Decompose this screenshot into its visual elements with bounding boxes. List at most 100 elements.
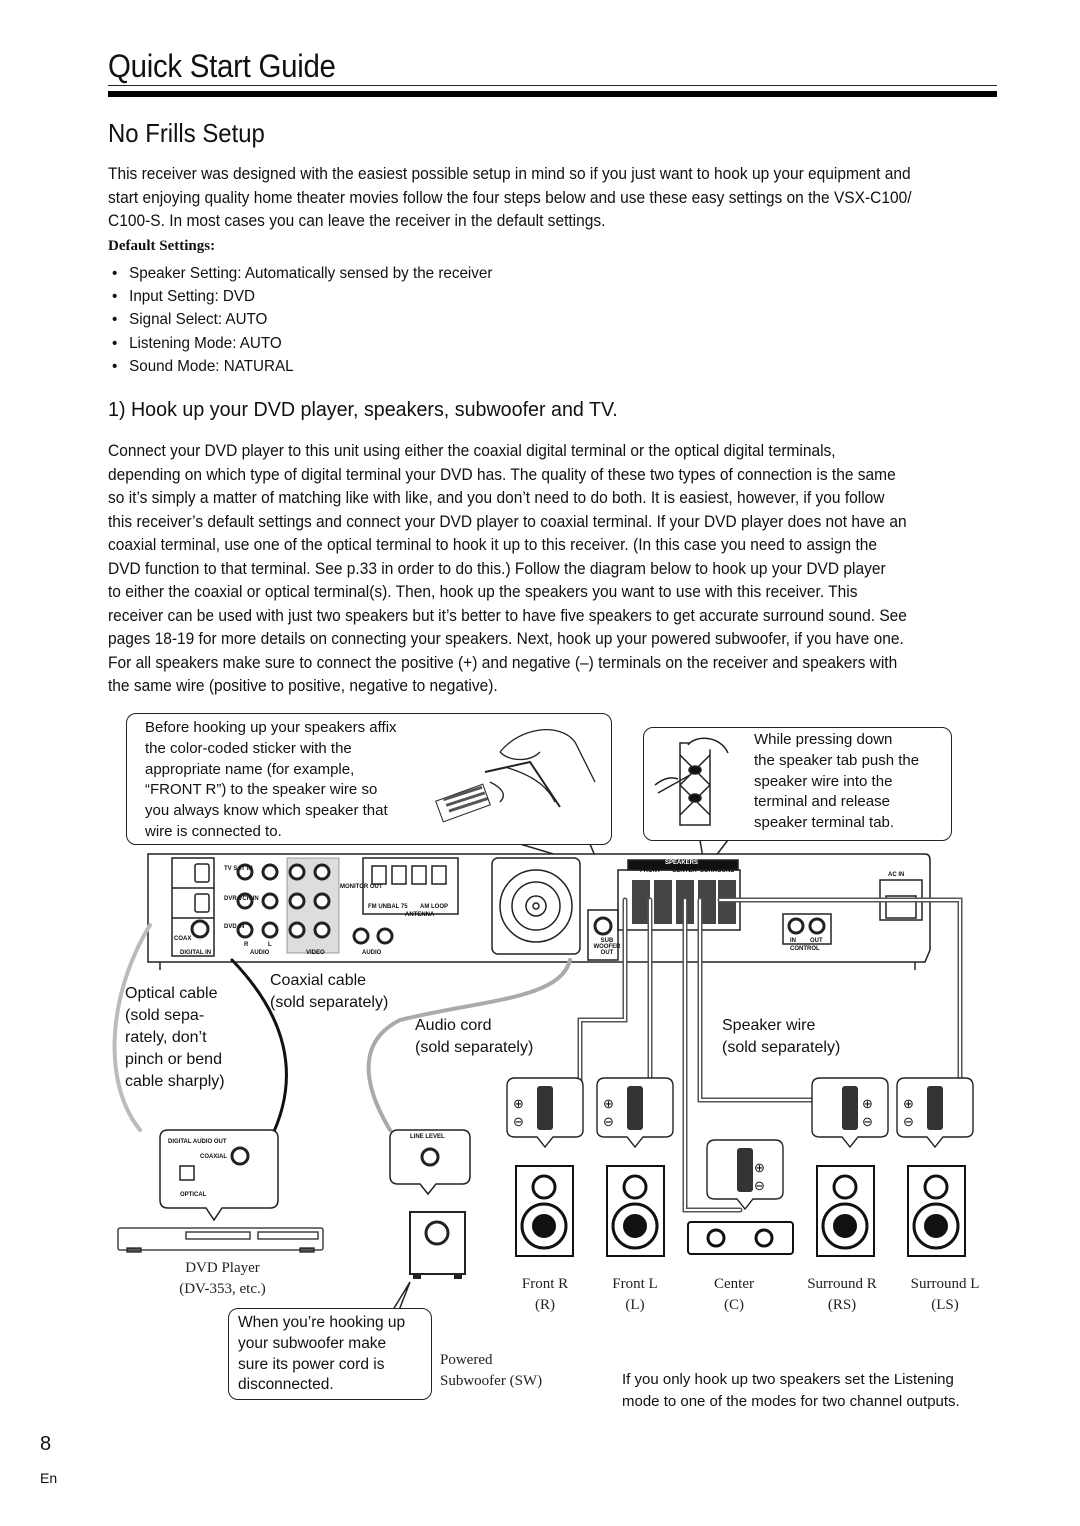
page-title: Quick Start Guide (108, 48, 336, 84)
callout-line: wire is connected to. (145, 822, 282, 840)
speaker-abbr: (R) (535, 1297, 555, 1313)
body-line: the same wire (positive to positive, neg… (108, 677, 498, 695)
default-settings-heading: Default Settings: (108, 238, 216, 254)
plus-icon: ⊕ (513, 1096, 524, 1111)
speaker-tab-icon (654, 737, 729, 826)
minus-icon: ⊖ (903, 1114, 914, 1129)
dvd-player (117, 1227, 324, 1253)
speaker-abbr: (LS) (931, 1297, 959, 1313)
ac-in-label: AC IN (888, 872, 905, 878)
step1-paragraph: Connect your DVD player to this unit usi… (108, 440, 907, 699)
intro-paragraph: This receiver was designed with the easi… (108, 163, 912, 234)
speaker-label-surround-right: Surround R (RS) (787, 1274, 897, 1316)
label-line: Speaker wire (722, 1017, 816, 1034)
speaker-front-left (606, 1165, 665, 1257)
label-line: cable sharply) (125, 1073, 225, 1090)
audio-label: AUDIO (250, 950, 270, 956)
label-line: Audio cord (415, 1017, 492, 1034)
subwoofer-label: Powered Subwoofer (SW) (440, 1350, 542, 1392)
speaker-name: Front R (521, 1276, 569, 1292)
intro-line: This receiver was designed with the easi… (108, 165, 911, 183)
note-line: disconnected. (238, 1376, 334, 1394)
body-line: to either the coaxial or optical termina… (108, 583, 858, 601)
callout-line: While pressing down (754, 731, 893, 748)
note-line: your subwoofer make (238, 1334, 387, 1352)
callout-line: “FRONT R”) to the speaker wire so (145, 781, 378, 799)
label-line: Powered (440, 1352, 493, 1368)
speaker-label-front-left: Front L (L) (590, 1274, 680, 1316)
section-title: No Frills Setup (108, 118, 265, 148)
speaker-center (687, 1221, 794, 1255)
note-line: If you only hook up two speakers set the… (622, 1371, 954, 1388)
center-label: CENTER (672, 868, 697, 874)
setting-text: Listening Mode: AUTO (129, 334, 282, 352)
body-line: pages 18-19 for more details on connecti… (108, 630, 904, 648)
bullet-icon: • (112, 357, 118, 375)
language-code: En (40, 1470, 58, 1486)
speaker-label-center: Center (C) (689, 1274, 779, 1316)
label-line: rately, don’t (125, 1029, 207, 1046)
note-line: mode to one of the modes for two channel… (622, 1393, 960, 1410)
body-line: For all speakers make sure to connect th… (108, 653, 898, 672)
label-line: (DV-353, etc.) (179, 1281, 266, 1297)
callout-line: terminal and release (754, 793, 890, 811)
powered-subwoofer (409, 1211, 466, 1279)
minus-icon: ⊖ (513, 1114, 524, 1129)
speaker-abbr: (C) (724, 1297, 744, 1313)
body-line: depending on which type of digital termi… (108, 465, 896, 484)
coaxial-port-label: COAXIAL (200, 1154, 227, 1160)
fm-label: FM UNBAL 75 (368, 904, 408, 910)
intro-line: start enjoying quality home theater movi… (108, 188, 912, 207)
label-line: Subwoofer (SW) (440, 1373, 543, 1389)
plus-icon: ⊕ (862, 1096, 873, 1111)
plus-icon: ⊕ (903, 1096, 914, 1111)
subwoofer-out-label: SUB WOOFER OUT (593, 938, 621, 956)
speaker-name: Surround R (807, 1276, 877, 1292)
body-line: coaxial terminal, use one of the optical… (108, 536, 878, 554)
speaker-name: Front L (612, 1276, 658, 1292)
callout-line: Before hooking up your speakers affix (145, 719, 397, 736)
label-line: (sold separately) (722, 1039, 841, 1056)
callout-line: speaker terminal tab. (754, 814, 895, 832)
list-item: • Signal Select: AUTO (112, 308, 492, 331)
setting-text: Sound Mode: NATURAL (129, 357, 294, 375)
r-label: R (244, 942, 249, 948)
digital-in-label: DIGITAL IN (180, 950, 212, 956)
label-line: (sold separately) (270, 994, 389, 1011)
control-out-label: OUT (810, 938, 823, 944)
list-item: • Input Setting: DVD (112, 285, 492, 308)
label-line: pinch or bend (125, 1051, 222, 1068)
plus-icon: ⊕ (603, 1096, 614, 1111)
terminal-callout-text: While pressing down the speaker tab push… (754, 730, 919, 834)
speaker-abbr: (RS) (827, 1297, 857, 1313)
label-line: Coaxial cable (270, 972, 367, 989)
note-line: sure its power cord is (238, 1355, 385, 1373)
monitor-out-label: MONITOR OUT (340, 884, 383, 890)
label-line: (sold sepa- (125, 1007, 205, 1024)
label-line: Optical cable (125, 985, 218, 1002)
speaker-name: Surround L (910, 1276, 980, 1292)
bullet-icon: • (112, 311, 118, 329)
step1-title: 1) Hook up your DVD player, speakers, su… (108, 398, 618, 421)
setting-text: Signal Select: AUTO (129, 311, 268, 329)
video-label: VIDEO (306, 950, 325, 956)
body-line: Connect your DVD player to this unit usi… (108, 442, 836, 460)
coaxial-cable-label: Coaxial cable (sold separately) (270, 970, 388, 1014)
coax-label: COAX (174, 936, 192, 942)
callout-line: appropriate name (for example, (145, 760, 355, 778)
speaker-front-right (515, 1165, 574, 1257)
speaker-surround-right (816, 1165, 875, 1257)
body-line: DVD function to that terminal. See p.33 … (108, 559, 886, 578)
speaker-name: Center (714, 1276, 754, 1292)
subwoofer-note-text: When you’re hooking up your subwoofer ma… (238, 1313, 405, 1396)
dvd-player-label: DVD Player (DV-353, etc.) (150, 1258, 295, 1300)
am-label: AM LOOP (420, 904, 448, 910)
l-label: L (268, 942, 272, 948)
optical-cable-label: Optical cable (sold sepa- rately, don’t … (125, 983, 225, 1093)
title-rule-thin (108, 85, 997, 86)
two-speaker-note: If you only hook up two speakers set the… (622, 1369, 960, 1413)
label-line: DVD Player (185, 1260, 260, 1276)
title-rule-thick (108, 91, 997, 97)
speaker-label-surround-left: Surround L (LS) (890, 1274, 1000, 1316)
antenna-label: ANTENNA (405, 912, 435, 918)
